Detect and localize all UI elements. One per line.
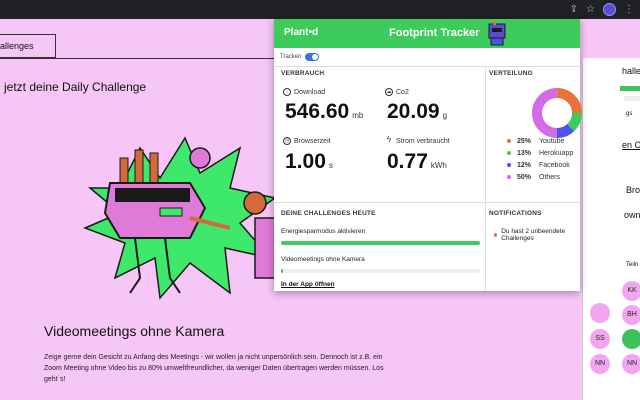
legend-percent: 50% [517,173,532,181]
legend-item-herokuapp: 13% Herokuapp [507,147,573,159]
legend-color-dot [507,175,511,179]
tracking-label: Tracken [280,54,302,60]
metric-download: ↓ Download [283,88,325,96]
metric-label: Download [294,88,326,96]
metric-number: 20.09 [387,100,440,123]
divider [485,66,486,291]
page-heading: jetzt deine Daily Challenge [4,80,147,94]
share-icon[interactable]: ⇪ [570,4,578,16]
avatar[interactable]: KK [622,281,640,301]
challenge-item-label[interactable]: Videomeetings ohne Kamera [281,256,365,263]
metric-unit: mb [352,111,364,120]
challenges-title: DEINE CHALLENGES HEUTE [281,210,376,217]
sidebar-text: halle [622,66,640,76]
legend-percent: 13% [517,149,532,157]
metric-unit: kWh [430,161,447,170]
distribution-legend: 25% Youtube 13% Herokuapp 12% Facebook 5… [507,135,573,183]
metric-unit: g [442,111,448,120]
avatar[interactable]: SS [590,329,610,349]
divider [274,202,580,203]
metric-co2: ☁ Co2 [385,88,409,96]
avatar[interactable]: NN [622,354,640,374]
avatar[interactable]: NN [590,354,610,374]
legend-color-dot [507,139,511,143]
legend-item-youtube: 25% Youtube [507,135,573,147]
metric-number: 546.60 [285,100,350,123]
popup-title: Footprint Tracker [389,27,480,39]
challenge-progress-fill [281,269,283,273]
clock-icon: ◷ [283,137,291,145]
metric-label: Co2 [396,88,409,96]
challenge-progress-fill [281,241,480,245]
metric-number: 1.00 [285,150,326,173]
notification-dot-icon [494,233,498,237]
lightning-icon: ϟ [386,135,392,144]
challenge-card-text: Zeige gerne dein Gesicht zu Anfang des M… [44,354,384,383]
metric-power: ϟ Strom verbraucht [385,135,450,145]
metric-browsertime: ◷ Browserzeit [283,137,331,145]
tracking-toggle-row: Tracken [280,53,320,61]
download-icon: ↓ [283,88,291,96]
more-menu-icon[interactable]: ⋮ [624,4,634,16]
distribution-donut-chart [532,88,582,138]
bookmark-star-icon[interactable]: ☆ [586,4,595,16]
challenge-progress-bar [281,269,480,273]
notification-text: Du hast 2 unbeendete Challenges [501,228,566,242]
mascot-icon [488,21,506,46]
extension-icon[interactable] [603,3,616,16]
sidebar-link[interactable]: en Ch [622,140,640,150]
nav-tab-challenges[interactable]: allenges [0,34,56,58]
avatar[interactable] [622,329,640,349]
popup-header: Plant•d Footprint Tracker [274,19,580,48]
metric-value-power: 0.77 kWh [387,150,447,174]
brand-logo: Plant•d [284,27,319,38]
sidebar-text: ownl [624,210,640,220]
legend-color-dot [507,163,511,167]
notification-item[interactable]: Du hast 2 unbeendete Challenges [494,228,580,242]
challenge-progress-bar [281,241,480,245]
legend-name: Others [539,173,561,181]
open-in-app-link[interactable]: In der App öffnen [281,281,335,288]
sidebar-progress-bar [620,86,640,91]
legend-color-dot [507,151,511,155]
legend-item-others: 50% Others [507,171,573,183]
sidebar-text: gs [626,111,633,117]
sidebar-text: Bro [626,185,640,195]
challenge-illustration [82,136,280,300]
metric-label: Browserzeit [294,137,331,145]
tracking-toggle[interactable] [305,53,320,61]
metric-value-download: 546.60 mb [285,100,363,124]
browser-toolbar: ⇪ ☆ ⋮ [0,0,640,19]
legend-percent: 12% [517,161,532,169]
cloud-icon: ☁ [385,88,393,96]
distribution-title: VERTEILUNG [489,70,533,77]
notifications-title: NOTIFICATIONS [489,210,542,217]
metric-value-co2: 20.09 g [387,100,447,124]
metric-number: 0.77 [387,150,428,173]
metric-label: Strom verbraucht [396,137,450,145]
metric-value-browsertime: 1.00 s [285,150,333,174]
legend-name: Youtube [539,137,565,145]
legend-name: Facebook [539,161,570,169]
extension-popup: Plant•d Footprint Tracker Tracken VERBRA… [274,19,582,291]
sidebar-text: Teiln [626,262,639,268]
legend-percent: 25% [517,137,532,145]
sidebar-progress-track [624,96,640,101]
avatar[interactable] [590,303,610,323]
avatar[interactable]: BH [622,305,640,325]
legend-item-facebook: 12% Facebook [507,159,573,171]
consumption-title: VERBRAUCH [281,70,325,77]
challenge-card-title: Videomeetings ohne Kamera [44,323,225,339]
challenge-item-label[interactable]: Energiesparmodus aktivieren [281,228,365,235]
metric-unit: s [328,161,333,170]
legend-name: Herokuapp [539,149,574,157]
divider [274,66,580,67]
